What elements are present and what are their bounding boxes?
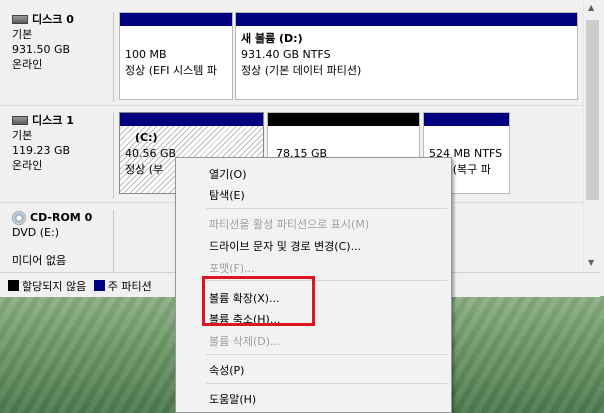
disk-type: DVD (E:) [12,226,60,239]
scroll-down-arrow-icon[interactable]: ▼ [588,258,594,267]
disk-size: 119.23 GB [12,144,71,157]
menu-item-properties[interactable]: 속성(P) [209,362,244,378]
disk-status: 온라인 [12,58,43,71]
disk-title: CD-ROM 0 [30,211,93,224]
menu-item-change-drive-letter[interactable]: 드라이브 문자 및 경로 변경(C)... [209,238,361,254]
annotation-highlight-box [202,276,315,326]
disk-status: 미디어 없음 [12,254,67,267]
partition-status: 정상 (기본 데이터 파티션) [241,64,362,77]
disk-icon [12,116,28,125]
menu-separator [206,208,447,209]
legend-label: 할당되지 않음 [22,280,87,293]
partition-type-bar [236,13,577,26]
menu-item-format: 포맷(F)... [209,262,255,275]
vertical-scrollbar[interactable]: ▲ ▼ [583,0,601,272]
cdrom-header[interactable]: CD-ROM 0 DVD (E:) 미디어 없음 [0,210,114,272]
menu-item-mark-active: 파티션을 활성 파티션으로 표시(M) [209,218,370,231]
cdrom-icon [12,210,26,225]
partition-name: (C:) [135,131,158,144]
partition-name: 새 볼륨 (D:) [241,32,303,45]
disk-1-header[interactable]: 디스크 1 기본 119.23 GB 온라인 [0,113,114,199]
partition-type-bar [120,13,232,26]
disk-title: 디스크 0 [32,13,74,26]
partition-type-bar [268,113,419,126]
partition-efi[interactable]: 100 MB 정상 (EFI 시스템 파 [119,12,233,100]
partition-type-bar [424,113,509,126]
legend-swatch-unallocated [8,280,19,291]
menu-item-open[interactable]: 열기(O) [209,166,246,182]
partition-status: 정상 (EFI 시스템 파 [125,64,218,77]
menu-item-explore[interactable]: 탐색(E) [209,187,245,203]
window-edge [600,0,604,296]
partition-size: 100 MB [125,48,167,61]
scroll-up-arrow-icon[interactable]: ▲ [588,3,594,12]
menu-item-help[interactable]: 도움말(H) [209,391,256,407]
partition-status: 정상 (부 [125,163,164,176]
scrollbar-thumb[interactable] [586,20,599,200]
disk-0-header[interactable]: 디스크 0 기본 931.50 GB 온라인 [0,12,114,102]
partition-type-bar [120,113,263,126]
legend-swatch-primary [93,280,105,291]
legend-label: 주 파티션 [107,280,152,293]
disk-status: 온라인 [12,159,43,172]
partition-size: 40.56 GB NTFS [125,147,180,160]
disk-type: 기본 [12,28,33,41]
disk-icon [12,15,28,24]
menu-separator [206,383,447,384]
disk-type: 기본 [12,129,33,142]
menu-item-delete-volume: 볼륨 삭제(D)... [209,335,281,348]
disk-title: 디스크 1 [32,114,74,127]
partition-d[interactable]: 새 볼륨 (D:) 931.40 GB NTFS 정상 (기본 데이터 파티션) [235,12,578,100]
disk-size: 931.50 GB [12,43,71,56]
menu-separator [206,354,447,355]
partition-size: 931.40 GB NTFS [241,48,331,61]
